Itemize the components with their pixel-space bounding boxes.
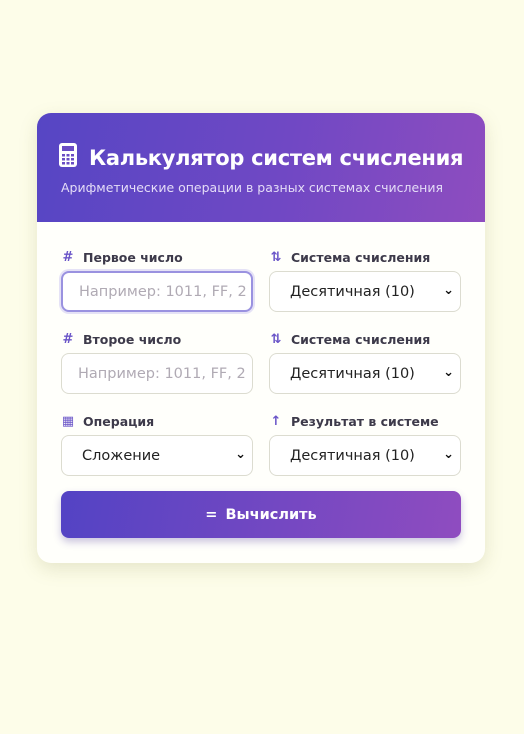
hash-icon: # (62, 331, 74, 347)
chevron-down-icon: ⌄ (443, 447, 454, 462)
first-base-value: Десятичная (10) (290, 283, 415, 300)
second-number-field: # Второе число Например: 1011, FF, 2 (61, 331, 253, 394)
second-number-placeholder: Например: 1011, FF, 2 (78, 365, 246, 382)
first-number-input[interactable]: Например: 1011, FF, 2 (61, 271, 253, 312)
operation-value: Сложение (82, 447, 161, 464)
first-number-field: # Первое число Например: 1011, FF, 2 (61, 249, 253, 312)
arrow-up-icon: ↑ (270, 413, 282, 429)
first-base-field: ⇅ Система счисления Десятичная (10) ⌄ (269, 249, 461, 312)
second-base-field: ⇅ Система счисления Десятичная (10) ⌄ (269, 331, 461, 394)
card-header: Калькулятор систем счисления Арифметичес… (37, 113, 485, 222)
first-base-label: Система счисления (291, 249, 431, 265)
second-number-input[interactable]: Например: 1011, FF, 2 (61, 353, 253, 394)
chevron-down-icon: ⌄ (443, 283, 454, 298)
result-base-field: ↑ Результат в системе Десятичная (10) ⌄ (269, 413, 461, 476)
calculator-icon: ▦ (61, 413, 75, 429)
operation-label: Операция (83, 413, 155, 429)
chevron-down-icon: ⌄ (443, 365, 454, 380)
sort-numeric-icon: ⇅ (270, 331, 282, 347)
second-base-label: Система счисления (291, 331, 431, 347)
result-base-label: Результат в системе (291, 413, 439, 429)
calculate-button[interactable]: = Вычислить (61, 491, 461, 538)
first-number-placeholder: Например: 1011, FF, 2 (79, 283, 247, 300)
operation-field: ▦ Операция Сложение ⌄ (61, 413, 253, 476)
calculator-icon (59, 143, 77, 172)
title-text: Калькулятор систем счисления (89, 145, 464, 170)
first-base-select[interactable]: Десятичная (10) ⌄ (269, 271, 461, 312)
second-base-select[interactable]: Десятичная (10) ⌄ (269, 353, 461, 394)
first-number-label: Первое число (83, 249, 183, 265)
hash-icon: # (62, 249, 74, 265)
page-subtitle: Арифметические операции в разных система… (61, 180, 443, 195)
chevron-down-icon: ⌄ (235, 447, 246, 462)
result-base-value: Десятичная (10) (290, 447, 415, 464)
sort-numeric-icon: ⇅ (270, 249, 282, 265)
page-title: Калькулятор систем счисления (59, 143, 464, 172)
calculator-card: Калькулятор систем счисления Арифметичес… (37, 113, 485, 563)
second-number-label: Второе число (83, 331, 182, 347)
calculate-label: Вычислить (225, 506, 317, 523)
second-base-value: Десятичная (10) (290, 365, 415, 382)
result-base-select[interactable]: Десятичная (10) ⌄ (269, 435, 461, 476)
equals-icon: = (205, 506, 218, 523)
operation-select[interactable]: Сложение ⌄ (61, 435, 253, 476)
